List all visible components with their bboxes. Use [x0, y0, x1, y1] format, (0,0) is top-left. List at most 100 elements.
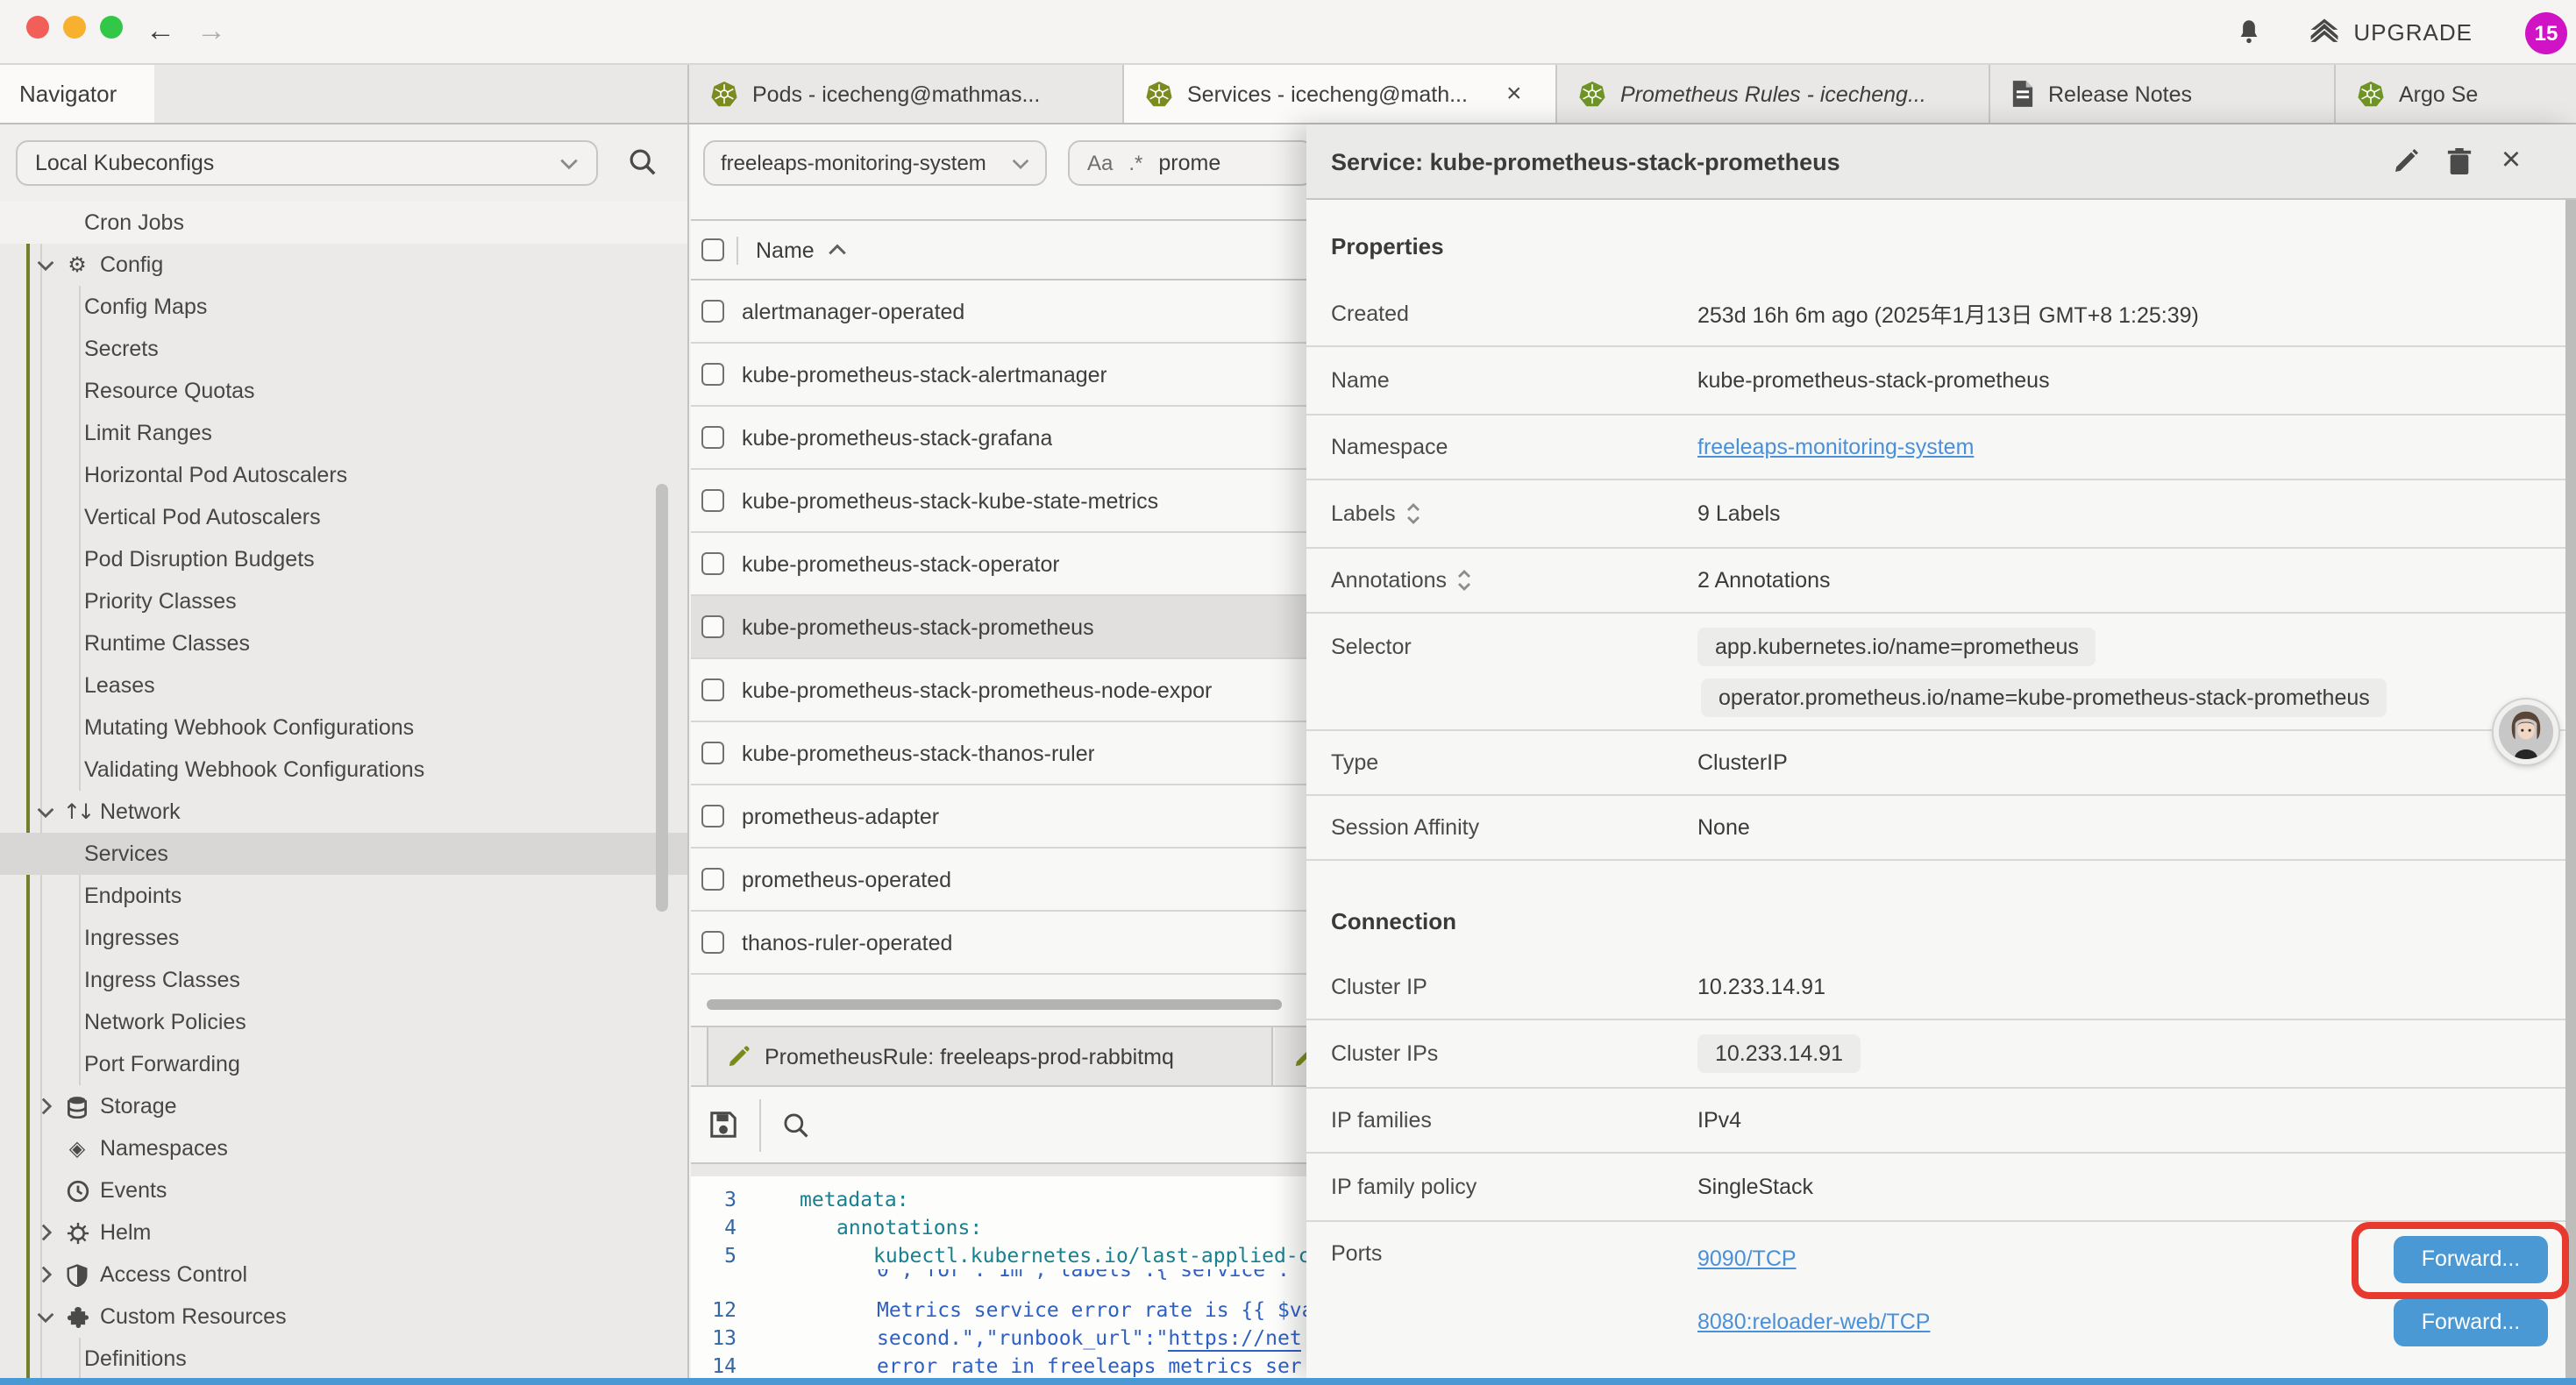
- row-checkbox[interactable]: [701, 805, 724, 827]
- property-label-text: Annotations: [1331, 568, 1447, 593]
- sidebar-item-port-forwarding[interactable]: Port Forwarding: [0, 1043, 687, 1085]
- upgrade-label[interactable]: UPGRADE: [2353, 19, 2473, 46]
- table-row[interactable]: kube-prometheus-stack-prometheus-node-ex…: [691, 659, 1306, 722]
- table-row-selected[interactable]: kube-prometheus-stack-prometheus: [691, 596, 1306, 659]
- row-checkbox[interactable]: [701, 742, 724, 764]
- sidebar-item-limit-ranges[interactable]: Limit Ranges: [0, 412, 687, 454]
- port-link[interactable]: 8080:reloader-web/TCP: [1697, 1310, 1930, 1334]
- filter-input[interactable]: Aa .* prome: [1068, 140, 1306, 186]
- row-checkbox[interactable]: [701, 552, 724, 575]
- yaml-editor[interactable]: 3metadata: 4annotations: 5kubectl.kubern…: [691, 1176, 1306, 1378]
- tab-navigator[interactable]: Navigator: [0, 65, 154, 123]
- sidebar-group-network[interactable]: ↑↓ Network: [0, 791, 687, 833]
- expand-collapse-icon[interactable]: [1406, 503, 1420, 524]
- row-checkbox[interactable]: [701, 615, 724, 638]
- name-column-header[interactable]: Name: [756, 238, 815, 262]
- port-link[interactable]: 9090/TCP: [1697, 1246, 1797, 1271]
- table-row[interactable]: prometheus-adapter: [691, 785, 1306, 849]
- expand-collapse-icon[interactable]: [1457, 570, 1471, 591]
- table-row[interactable]: kube-prometheus-stack-operator: [691, 533, 1306, 596]
- tab-services[interactable]: Services - icecheng@math... ×: [1124, 65, 1557, 123]
- sidebar-group-config[interactable]: ⚙ Config: [0, 244, 687, 286]
- trash-icon[interactable]: [2432, 147, 2485, 175]
- edit-pencil-icon[interactable]: [2380, 147, 2432, 175]
- line-number: 4: [691, 1213, 737, 1241]
- select-all-checkbox[interactable]: [701, 238, 724, 261]
- tab-argo[interactable]: Argo Se: [2336, 65, 2576, 123]
- table-row[interactable]: alertmanager-operated: [691, 281, 1306, 344]
- sidebar-item-horizontal-pod-autoscalers[interactable]: Horizontal Pod Autoscalers: [0, 454, 687, 496]
- editor-search-icon[interactable]: [782, 1111, 810, 1139]
- table-row[interactable]: thanos-ruler-operated: [691, 912, 1306, 975]
- row-checkbox[interactable]: [701, 931, 724, 954]
- properties-section-heading: Properties: [1331, 233, 2576, 265]
- forward-arrow-icon[interactable]: →: [196, 11, 226, 53]
- close-drawer-icon[interactable]: ×: [2485, 142, 2537, 181]
- sidebar-item-ingress-classes[interactable]: Ingress Classes: [0, 959, 687, 1001]
- row-checkbox[interactable]: [701, 489, 724, 512]
- save-icon[interactable]: [708, 1110, 738, 1140]
- namespace-select[interactable]: freeleaps-monitoring-system: [703, 140, 1047, 186]
- sidebar-item-leases[interactable]: Leases: [0, 664, 687, 707]
- sidebar-item-events[interactable]: Events: [0, 1169, 687, 1211]
- sidebar-item-runtime-classes[interactable]: Runtime Classes: [0, 622, 687, 664]
- sidebar-item-definitions[interactable]: Definitions: [0, 1338, 687, 1378]
- sidebar-item-secrets[interactable]: Secrets: [0, 328, 687, 370]
- table-row[interactable]: kube-prometheus-stack-alertmanager: [691, 344, 1306, 407]
- sidebar-item-resource-quotas[interactable]: Resource Quotas: [0, 370, 687, 412]
- notification-count-badge[interactable]: 15: [2525, 11, 2567, 53]
- sidebar-item-services[interactable]: Services: [0, 833, 687, 875]
- sidebar-search-icon[interactable]: [628, 147, 658, 177]
- close-window-button[interactable]: [26, 16, 49, 39]
- drawer-scrollbar[interactable]: [2565, 200, 2576, 1378]
- sidebar-group-helm[interactable]: Helm: [0, 1211, 687, 1254]
- table-row[interactable]: prometheus-operated: [691, 849, 1306, 912]
- sidebar-item-pod-disruption-budgets[interactable]: Pod Disruption Budgets: [0, 538, 687, 580]
- sidebar-item-endpoints[interactable]: Endpoints: [0, 875, 687, 917]
- back-arrow-icon[interactable]: ←: [146, 11, 175, 53]
- regex-icon[interactable]: .*: [1128, 151, 1142, 175]
- sidebar-item-priority-classes[interactable]: Priority Classes: [0, 580, 687, 622]
- sidebar-item-namespaces[interactable]: ◈ Namespaces: [0, 1127, 687, 1169]
- sidebar-item-validating-webhook-configurations[interactable]: Validating Webhook Configurations: [0, 749, 687, 791]
- match-case-icon[interactable]: Aa: [1087, 151, 1113, 175]
- tab-release-notes[interactable]: Release Notes: [1990, 65, 2336, 123]
- sidebar-item-vertical-pod-autoscalers[interactable]: Vertical Pod Autoscalers: [0, 496, 687, 538]
- property-label[interactable]: Labels: [1331, 501, 1697, 526]
- upgrade-chevrons-icon[interactable]: [2308, 18, 2341, 47]
- sidebar-item-cron-jobs[interactable]: Cron Jobs: [0, 202, 687, 244]
- editor-tab-partial[interactable]: [1275, 1027, 1306, 1085]
- sort-ascending-icon[interactable]: [829, 244, 848, 256]
- sidebar-group-access-control[interactable]: Access Control: [0, 1254, 687, 1296]
- sidebar-group-storage[interactable]: Storage: [0, 1085, 687, 1127]
- notifications-bell-icon[interactable]: [2236, 18, 2262, 47]
- table-row[interactable]: kube-prometheus-stack-grafana: [691, 407, 1306, 470]
- horizontal-scrollbar-thumb[interactable]: [707, 999, 1282, 1010]
- sidebar-item-config-maps[interactable]: Config Maps: [0, 286, 687, 328]
- namespace-link[interactable]: freeleaps-monitoring-system: [1697, 435, 1974, 459]
- row-checkbox[interactable]: [701, 426, 724, 449]
- row-checkbox[interactable]: [701, 363, 724, 386]
- sidebar-item-mutating-webhook-configurations[interactable]: Mutating Webhook Configurations: [0, 707, 687, 749]
- sidebar-group-custom-resources[interactable]: Custom Resources: [0, 1296, 687, 1338]
- row-checkbox[interactable]: [701, 300, 724, 323]
- forward-button[interactable]: Forward...: [2394, 1298, 2548, 1346]
- minimize-window-button[interactable]: [63, 16, 86, 39]
- close-tab-icon[interactable]: ×: [1506, 85, 1522, 103]
- property-label[interactable]: Annotations: [1331, 568, 1697, 593]
- tab-prometheus-rules[interactable]: Prometheus Rules - icecheng...: [1557, 65, 1990, 123]
- row-checkbox[interactable]: [701, 678, 724, 701]
- assistant-avatar[interactable]: [2494, 700, 2558, 764]
- maximize-window-button[interactable]: [100, 16, 123, 39]
- table-row[interactable]: kube-prometheus-stack-thanos-ruler: [691, 722, 1306, 785]
- sidebar-scrollbar-thumb[interactable]: [656, 484, 668, 912]
- sidebar-item-network-policies[interactable]: Network Policies: [0, 1001, 687, 1043]
- code-link[interactable]: https://net: [1168, 1325, 1301, 1352]
- row-checkbox[interactable]: [701, 868, 724, 891]
- sidebar-item-ingresses[interactable]: Ingresses: [0, 917, 687, 959]
- table-row[interactable]: kube-prometheus-stack-kube-state-metrics: [691, 470, 1306, 533]
- editor-tab-prometheusrule[interactable]: PrometheusRule: freeleaps-prod-rabbitmq: [707, 1027, 1273, 1085]
- tab-pods[interactable]: Pods - icecheng@mathmas...: [689, 65, 1124, 123]
- code-text: error rate in freeleaps metrics ser: [737, 1352, 1302, 1378]
- kubeconfig-select[interactable]: Local Kubeconfigs: [16, 140, 598, 186]
